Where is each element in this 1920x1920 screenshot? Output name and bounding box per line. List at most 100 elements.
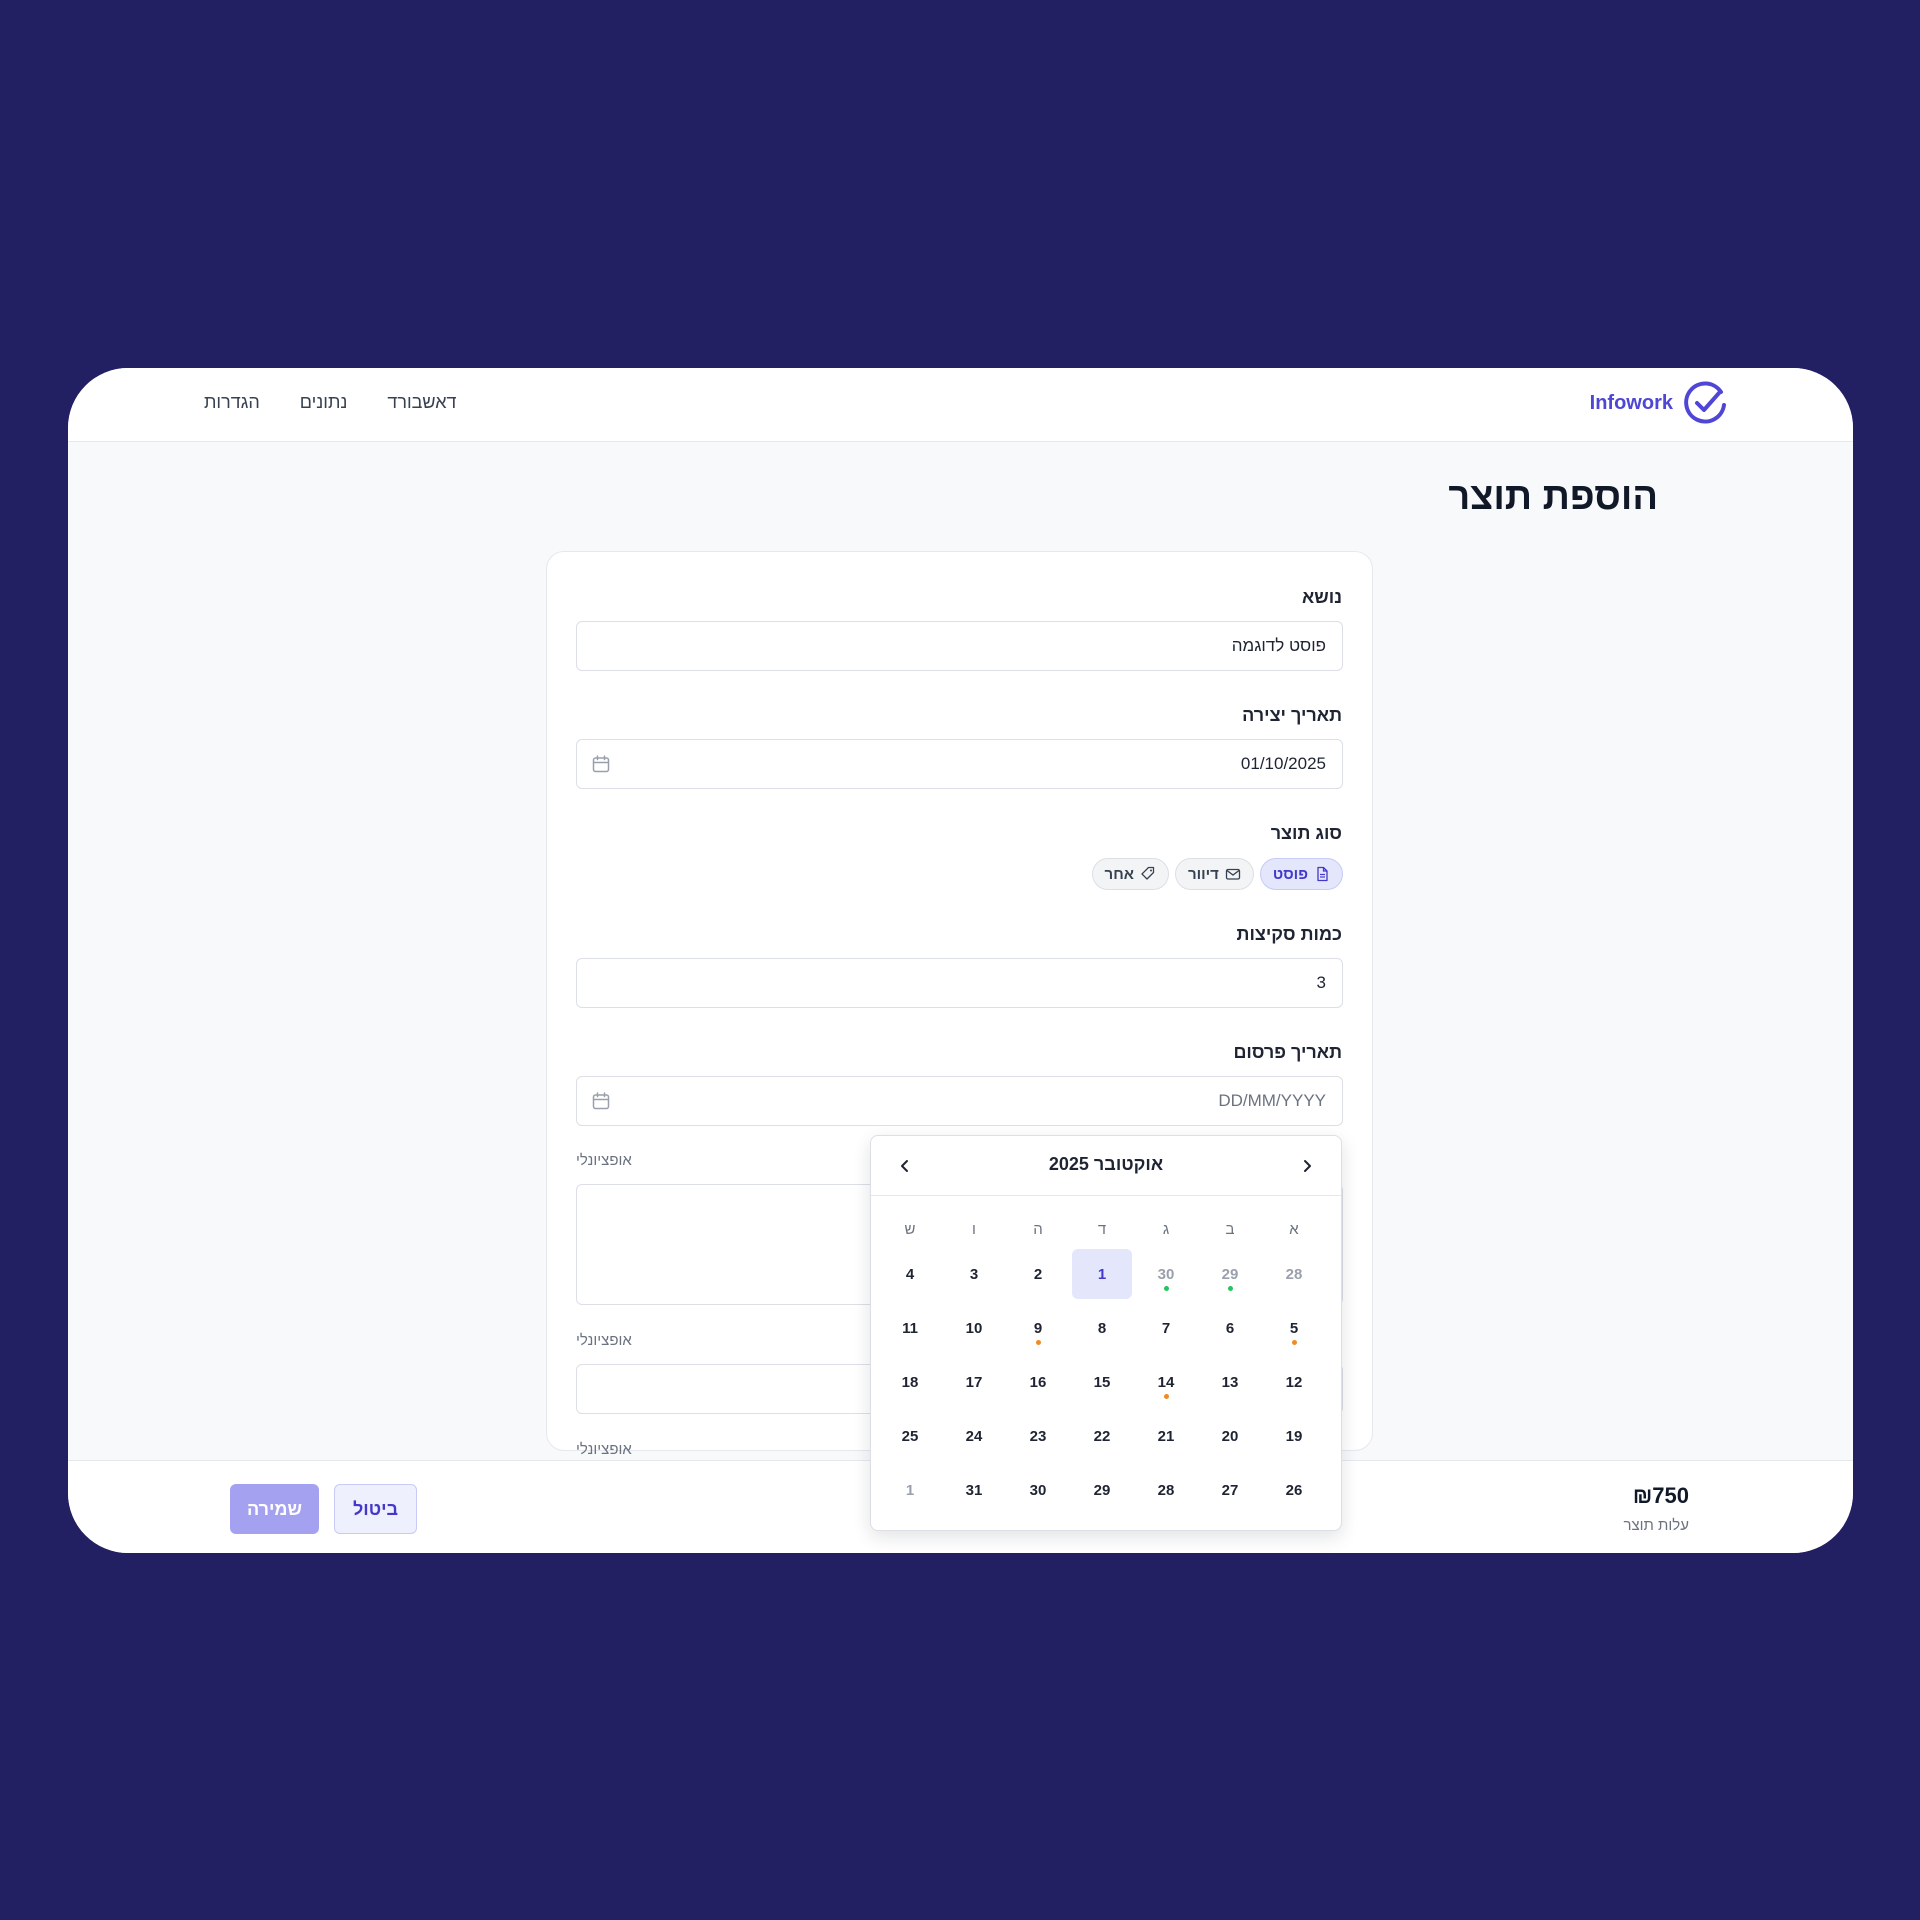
calendar-day-number: 20 [1221,1427,1239,1445]
calendar-day[interactable]: 6 [1200,1303,1260,1353]
calendar-day[interactable]: 8 [1072,1303,1132,1353]
nav-item-data[interactable]: נתונים [300,392,348,413]
chevron-left-icon[interactable] [893,1154,917,1178]
calendar-day-number: 24 [965,1427,983,1445]
app-window: Infowork דאשבורד נתונים הגדרות הוספת תוצ… [68,368,1853,1553]
calendar-day[interactable]: 25 [880,1411,940,1461]
calendar-day[interactable]: 2 [1008,1249,1068,1299]
calendar-day[interactable]: 16 [1008,1357,1068,1407]
cancel-button[interactable]: ביטול [334,1484,417,1534]
calendar-day-number: 19 [1285,1427,1303,1445]
calendar-day[interactable]: 23 [1008,1411,1068,1461]
calendar-day[interactable]: 29 [1200,1249,1260,1299]
calendar-day[interactable]: 14 [1136,1357,1196,1407]
calendar-day[interactable]: 11 [880,1303,940,1353]
brand[interactable]: Infowork [1590,380,1729,426]
calendar-day[interactable]: 1 [880,1465,940,1515]
calendar-day[interactable]: 22 [1072,1411,1132,1461]
calendar-day-number: 11 [902,1319,918,1337]
calendar-day-number: 29 [1093,1481,1111,1499]
save-button[interactable]: שמירה [230,1484,319,1534]
optional-hint-2: אופציונלי [576,1332,632,1349]
nav-item-dashboard[interactable]: דאשבורד [387,392,456,413]
weekday-header: ג [1162,1220,1170,1238]
calendar-icon[interactable] [591,754,611,774]
cost-label: עלות תוצר [1623,1517,1689,1534]
calendar-day[interactable]: 27 [1200,1465,1260,1515]
calendar-day[interactable]: 21 [1136,1411,1196,1461]
calendar-day-number: 22 [1093,1427,1111,1445]
optional-hint-3: אופציונלי [576,1441,632,1458]
calendar-month-title: אוקטובר 2025 [1048,1154,1164,1174]
event-dot-indicator [1291,1340,1297,1345]
calendar-day-number: 16 [1029,1373,1047,1391]
page-title: הוספת תוצר [1448,476,1658,518]
calendar-day[interactable]: 30 [1008,1465,1068,1515]
calendar-day-number: 8 [1097,1319,1107,1337]
calendar-day-number: 28 [1157,1481,1175,1499]
publish-date-placeholder: DD/MM/YYYY [1218,1091,1326,1110]
calendar-day-number: 26 [1285,1481,1303,1499]
calendar-day[interactable]: 13 [1200,1357,1260,1407]
calendar-day[interactable]: 24 [944,1411,1004,1461]
type-chip-post-label: פוסט [1272,865,1308,883]
mail-icon [1225,868,1241,880]
calendar-day[interactable]: 26 [1264,1465,1324,1515]
weekday-header: ו [972,1220,976,1238]
type-chip-other[interactable]: אחר [1091,858,1169,890]
calendar-day[interactable]: 5 [1264,1303,1324,1353]
calendar-day[interactable]: 19 [1264,1411,1324,1461]
subject-input[interactable]: פוסט לדוגמה [576,621,1343,671]
calendar-day[interactable]: 17 [944,1357,1004,1407]
optional-hint-1: אופציונלי [576,1152,632,1169]
tag-icon [1141,866,1155,880]
calendar-day-number: 6 [1225,1319,1235,1337]
calendar-day-selected[interactable]: 1 [1072,1249,1132,1299]
calendar-day[interactable]: 7 [1136,1303,1196,1353]
event-dot-indicator [1035,1340,1041,1345]
weekday-header: ב [1225,1220,1235,1238]
calendar-day-number: 9 [1033,1319,1043,1337]
type-chip-mail[interactable]: דיוור [1174,858,1254,890]
calendar-day[interactable]: 10 [944,1303,1004,1353]
calendar-day[interactable]: 4 [880,1249,940,1299]
calendar-day[interactable]: 18 [880,1357,940,1407]
calendar-day[interactable]: 29 [1072,1465,1132,1515]
weekday-header: ה [1033,1220,1043,1238]
calendar-day[interactable]: 30 [1136,1249,1196,1299]
subject-label: נושא [1302,587,1342,607]
created-date-value: 01/10/2025 [1240,754,1326,773]
weekday-header: ד [1097,1220,1107,1238]
calendar-day[interactable]: 28 [1136,1465,1196,1515]
type-chip-post[interactable]: פוסט [1259,858,1343,890]
publish-date-input[interactable]: DD/MM/YYYY [576,1076,1343,1126]
event-dot-indicator [1227,1286,1233,1291]
main-nav: דאשבורד נתונים הגדרות [204,392,456,413]
nav-item-settings[interactable]: הגדרות [204,392,260,413]
calendar-day-number: 7 [1161,1319,1171,1337]
calendar-day[interactable]: 3 [944,1249,1004,1299]
calendar-header: אוקטובר 2025 [871,1136,1341,1196]
type-chip-mail-label: דיוור [1187,865,1219,883]
calendar-day-number: 30 [1157,1265,1175,1283]
calendar-day[interactable]: 9 [1008,1303,1068,1353]
calendar-day-number: 18 [901,1373,919,1391]
quantity-label: כמות סקיצות [1236,924,1342,944]
calendar-day[interactable]: 28 [1264,1249,1324,1299]
calendar-day-number: 25 [901,1427,919,1445]
weekday-header: ש [904,1220,916,1238]
calendar-day[interactable]: 31 [944,1465,1004,1515]
calendar-day[interactable]: 15 [1072,1357,1132,1407]
calendar-day-number: 17 [965,1373,983,1391]
quantity-input[interactable]: 3 [576,958,1343,1008]
calendar-icon[interactable] [591,1091,611,1111]
created-date-input[interactable]: 01/10/2025 [576,739,1343,789]
calendar-day-number: 21 [1157,1427,1175,1445]
calendar-day[interactable]: 12 [1264,1357,1324,1407]
product-type-chips: פוסט דיוור אחר [1091,858,1343,890]
document-icon [1317,866,1328,882]
calendar-day[interactable]: 20 [1200,1411,1260,1461]
subject-value: פוסט לדוגמה [1231,636,1326,655]
product-type-label: סוג תוצר [1270,823,1342,843]
event-dot-indicator [1163,1286,1169,1291]
